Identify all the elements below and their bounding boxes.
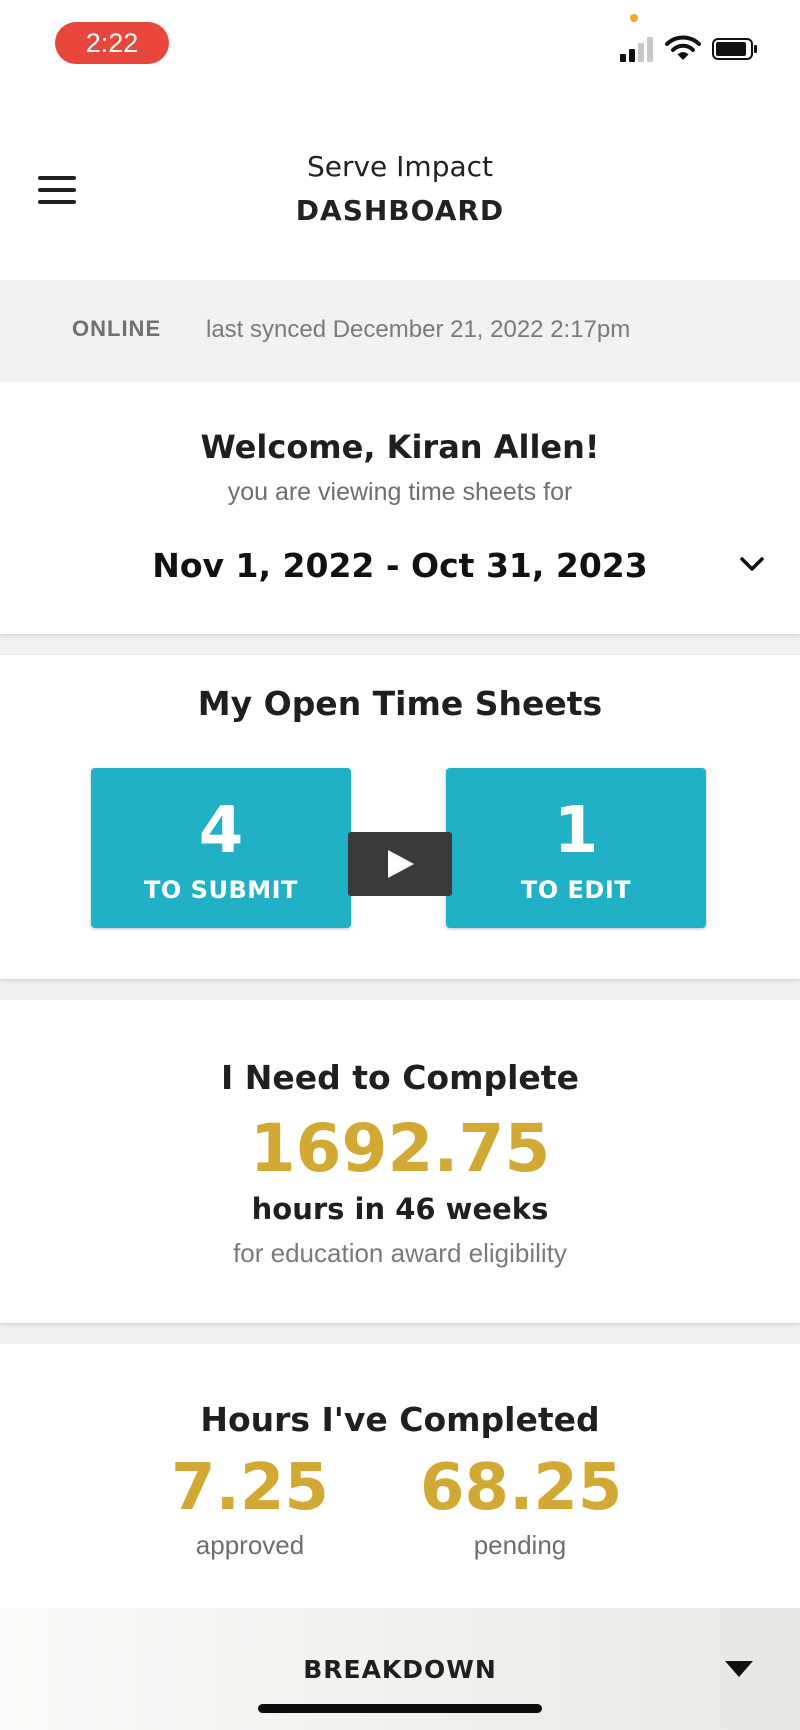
privacy-indicator-dot	[630, 14, 638, 22]
pending-hours-label: pending	[473, 1530, 567, 1560]
breakdown-label: BREAKDOWN	[303, 1655, 497, 1684]
last-synced-text: last synced December 21, 2022 2:17pm	[206, 316, 631, 343]
to-submit-label: TO SUBMIT	[144, 876, 298, 904]
to-submit-button[interactable]: 4 TO SUBMIT	[91, 768, 351, 928]
home-indicator[interactable]	[258, 1704, 542, 1713]
pending-hours: 68.25 pending	[420, 1450, 623, 1561]
date-range-selector[interactable]: Nov 1, 2022 - Oct 31, 2023	[0, 546, 800, 585]
signal-icon	[620, 36, 656, 62]
to-edit-button[interactable]: 1 TO EDIT	[446, 768, 706, 928]
approved-hours-value: 7.25	[171, 1451, 329, 1525]
hamburger-menu-icon[interactable]	[38, 176, 76, 206]
caret-down-icon[interactable]	[724, 1660, 754, 1678]
battery-icon	[712, 38, 758, 60]
to-edit-count: 1	[553, 794, 599, 868]
to-submit-count: 4	[198, 794, 244, 868]
welcome-card	[0, 382, 800, 634]
hours-completed-card	[0, 1344, 800, 1610]
viewing-subtitle: you are viewing time sheets for	[227, 478, 573, 506]
open-time-sheets-title: My Open Time Sheets	[197, 684, 603, 723]
welcome-greeting: Welcome, Kiran Allen!	[200, 428, 600, 466]
approved-hours: 7.25 approved	[150, 1450, 350, 1561]
approved-hours-label: approved	[195, 1530, 305, 1560]
wifi-icon	[665, 34, 701, 62]
connection-status: ONLINE	[72, 316, 162, 341]
play-icon	[388, 850, 414, 878]
need-to-complete-title: I Need to Complete	[221, 1058, 579, 1097]
hours-in-weeks-text: hours in 46 weeks	[251, 1192, 549, 1226]
eligibility-note: for education award eligibility	[233, 1238, 567, 1268]
hours-completed-title: Hours I've Completed	[200, 1400, 600, 1439]
pending-hours-value: 68.25	[420, 1451, 623, 1525]
hours-needed-value: 1692.75	[249, 1110, 551, 1187]
video-play-button[interactable]	[348, 832, 452, 896]
page-title: DASHBOARD	[295, 194, 505, 227]
chevron-down-icon[interactable]	[736, 552, 768, 576]
app-name: Serve Impact	[306, 150, 494, 183]
app-header	[0, 90, 800, 280]
to-edit-label: TO EDIT	[520, 876, 632, 904]
status-time: 2:22	[55, 22, 169, 64]
